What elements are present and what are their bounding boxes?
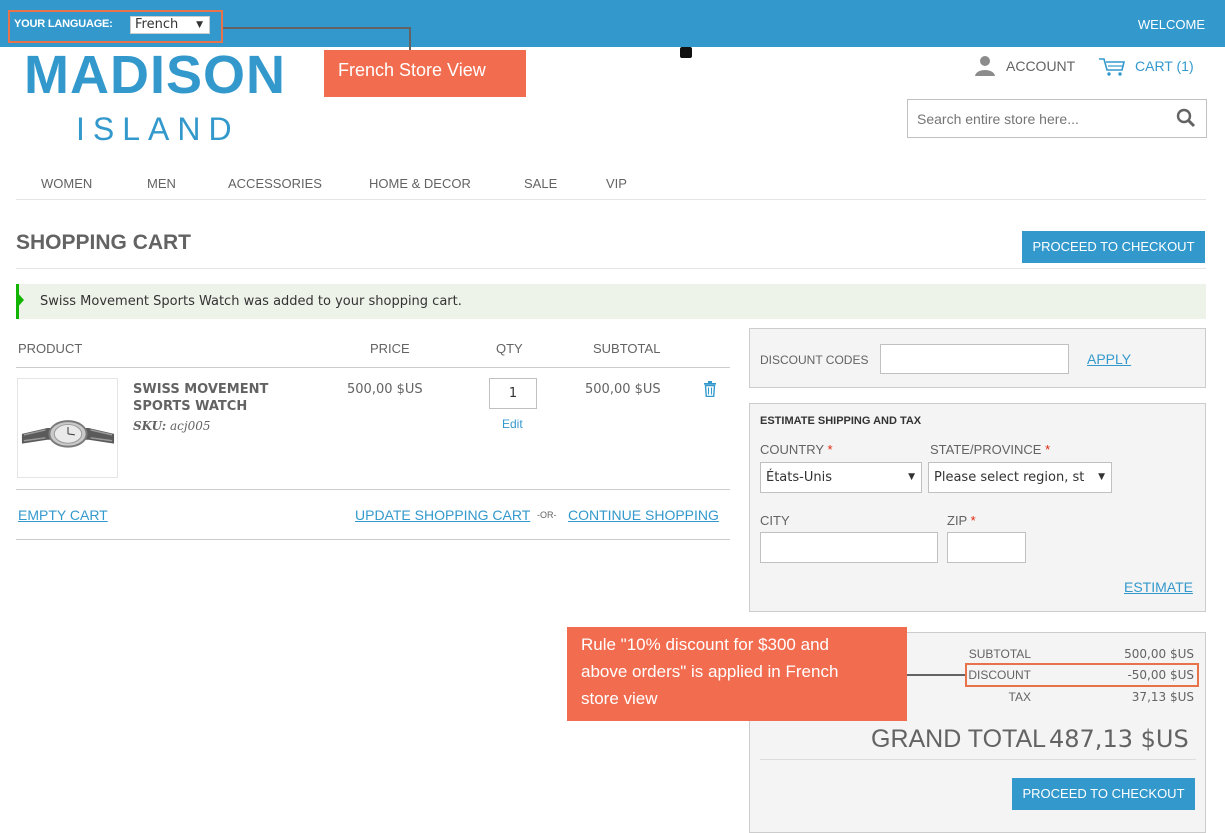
column-header-product: PRODUCT <box>18 341 83 356</box>
totals-divider <box>760 759 1196 760</box>
table-row-divider <box>16 489 730 490</box>
nav-item-women[interactable]: WOMEN <box>41 176 92 191</box>
language-select-value: French <box>135 17 179 32</box>
required-mark: * <box>1045 442 1051 457</box>
totals-subtotal-label: SUBTOTAL <box>968 647 1031 661</box>
product-sku: SKU: acj005 <box>133 419 210 433</box>
zip-input[interactable] <box>947 532 1026 563</box>
cart-icon[interactable] <box>1098 57 1126 77</box>
language-select[interactable]: French ▼ <box>130 16 210 34</box>
column-header-price: PRICE <box>370 341 410 356</box>
empty-cart-link[interactable]: EMPTY CART <box>18 507 108 523</box>
shipping-panel-title: ESTIMATE SHIPPING AND TAX <box>760 415 922 427</box>
update-cart-link[interactable]: UPDATE SHOPPING CART <box>355 507 530 523</box>
nav-item-men[interactable]: MEN <box>147 176 176 191</box>
edit-item-link[interactable]: Edit <box>502 417 523 431</box>
proceed-to-checkout-button-bottom[interactable]: PROCEED TO CHECKOUT <box>1012 778 1195 810</box>
required-mark: * <box>827 442 833 457</box>
country-select[interactable]: États-Unis ▼ <box>760 462 922 493</box>
language-label: YOUR LANGUAGE: <box>14 18 113 30</box>
city-label: CITY <box>760 513 790 528</box>
search-input[interactable] <box>908 100 1168 137</box>
cart-link[interactable]: CART (1) <box>1135 58 1194 74</box>
grand-total-value: 487,13 $US <box>1049 725 1189 753</box>
cursor-marker-icon <box>680 47 692 58</box>
callout-connector <box>223 27 411 29</box>
apply-discount-link[interactable]: APPLY <box>1087 351 1131 367</box>
logo-subtitle[interactable]: ISLAND <box>76 111 240 148</box>
nav-divider <box>16 199 1206 200</box>
nav-item-home-decor[interactable]: HOME & DECOR <box>369 176 471 191</box>
nav-item-vip[interactable]: VIP <box>606 176 627 191</box>
quantity-input[interactable]: 1 <box>489 378 537 409</box>
discount-highlight-box <box>965 663 1199 687</box>
or-separator: -OR- <box>537 510 557 520</box>
state-label: STATE/PROVINCE * <box>930 442 1050 457</box>
callout-line: above orders" is applied in French <box>581 662 839 681</box>
account-link[interactable]: ACCOUNT <box>1006 58 1075 74</box>
country-label-text: COUNTRY <box>760 442 824 457</box>
nav-item-accessories[interactable]: ACCESSORIES <box>228 176 322 191</box>
state-label-text: STATE/PROVINCE <box>930 442 1042 457</box>
product-name[interactable]: SWISS MOVEMENT SPORTS WATCH <box>133 381 303 415</box>
discount-code-input[interactable] <box>880 344 1069 374</box>
discount-codes-label: DISCOUNT CODES <box>760 353 869 367</box>
grand-total-label: GRAND TOTAL <box>871 725 1047 753</box>
country-select-value: États-Unis <box>766 470 832 485</box>
account-icon[interactable] <box>973 55 997 77</box>
estimate-link[interactable]: ESTIMATE <box>1124 579 1193 595</box>
zip-label-text: ZIP <box>947 513 967 528</box>
zip-label: ZIP * <box>947 513 976 528</box>
store-view-callout: French Store View <box>324 50 526 97</box>
table-header-divider <box>16 367 730 368</box>
discount-rule-callout: Rule "10% discount for $300 and above or… <box>567 627 907 721</box>
country-label: COUNTRY * <box>760 442 833 457</box>
callout-connector <box>907 674 965 676</box>
callout-line: Rule "10% discount for $300 and <box>581 635 829 654</box>
product-price: 500,00 $US <box>347 382 423 397</box>
caret-down-icon: ▼ <box>1098 472 1105 482</box>
product-subtotal: 500,00 $US <box>585 382 661 397</box>
city-input[interactable] <box>760 532 938 563</box>
success-message-text: Swiss Movement Sports Watch was added to… <box>40 294 462 309</box>
caret-down-icon: ▼ <box>908 472 915 482</box>
totals-tax-value: 37,13 $US <box>1131 690 1194 704</box>
welcome-text: WELCOME <box>1137 17 1205 32</box>
caret-down-icon: ▼ <box>196 20 203 30</box>
totals-subtotal-value: 500,00 $US <box>1124 647 1194 661</box>
state-select-value: Please select region, st <box>934 470 1085 485</box>
continue-shopping-link[interactable]: CONTINUE SHOPPING <box>568 507 719 523</box>
nav-item-sale[interactable]: SALE <box>524 176 557 191</box>
proceed-to-checkout-button[interactable]: PROCEED TO CHECKOUT <box>1022 231 1205 263</box>
success-arrow-icon <box>16 291 24 309</box>
logo[interactable]: MADISON <box>24 44 286 106</box>
actions-divider <box>16 539 730 540</box>
required-mark: * <box>970 513 976 528</box>
search-icon[interactable] <box>1176 108 1196 128</box>
callout-connector <box>409 27 411 50</box>
totals-tax-label: TAX <box>1008 690 1031 704</box>
callout-line: store view <box>581 689 658 708</box>
page-title: SHOPPING CART <box>16 231 192 254</box>
column-header-subtotal: SUBTOTAL <box>593 341 661 356</box>
trash-icon[interactable] <box>703 381 717 397</box>
column-header-qty: QTY <box>496 341 523 356</box>
sku-label: SKU: <box>133 419 167 433</box>
state-select[interactable]: Please select region, st ▼ <box>928 462 1112 493</box>
product-image[interactable] <box>17 378 118 478</box>
title-divider <box>16 268 1206 269</box>
sku-value: acj005 <box>169 419 211 433</box>
search-box <box>907 99 1207 138</box>
